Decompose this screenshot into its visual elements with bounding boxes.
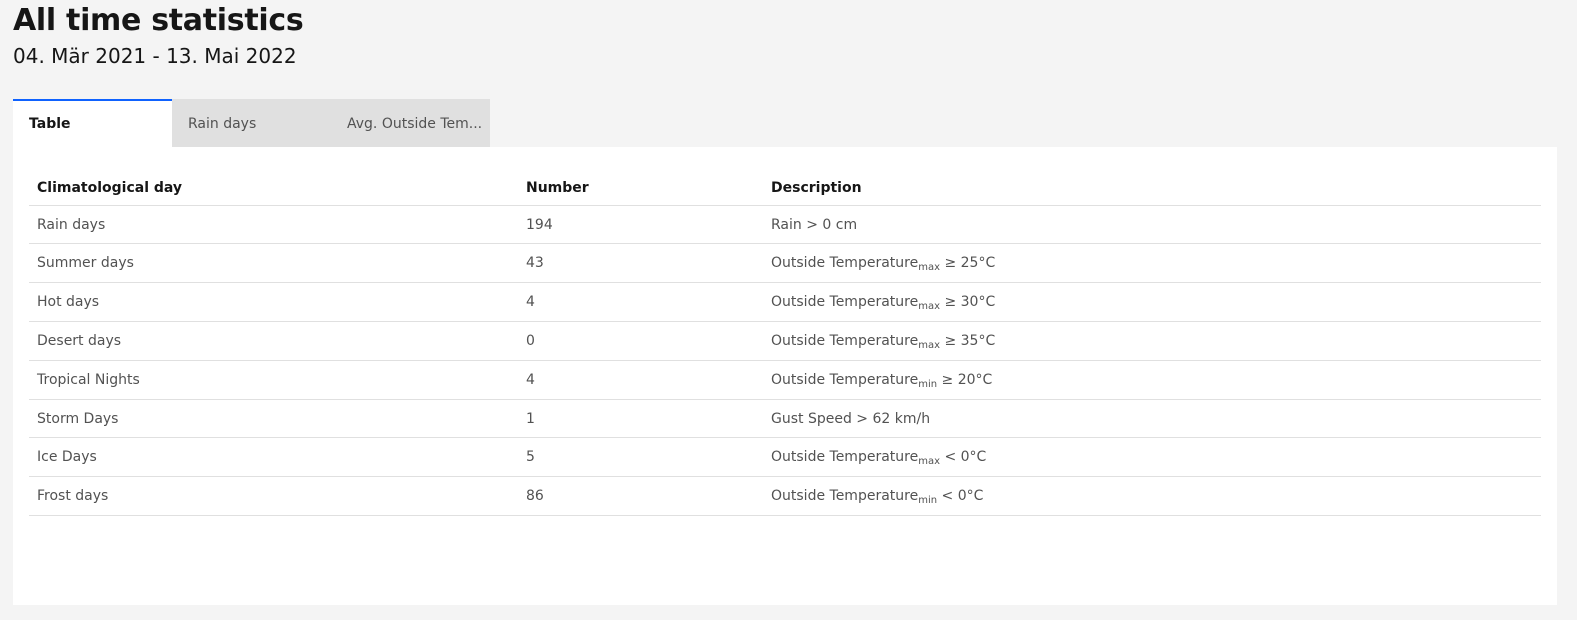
- cell-day: Frost days: [29, 476, 518, 516]
- cell-description: Rain > 0 cm: [763, 205, 1541, 244]
- cell-number: 43: [518, 243, 763, 283]
- description-condition: ≥ 20°C: [937, 372, 993, 388]
- tab-list: Table Rain days Avg. Outside Tem...: [13, 99, 490, 147]
- cell-description: Outside Temperaturemin ≥ 20°C: [763, 360, 1541, 400]
- description-condition: < 0°C: [937, 488, 984, 504]
- tab-avg-outside-temperature[interactable]: Avg. Outside Tem...: [331, 99, 490, 147]
- column-header-description[interactable]: Description: [763, 169, 1541, 206]
- description-text: Outside Temperature: [771, 372, 919, 388]
- cell-description: Outside Temperaturemax ≥ 30°C: [763, 282, 1541, 322]
- cell-number: 1: [518, 399, 763, 438]
- cell-day: Hot days: [29, 282, 518, 322]
- tab-panel: Climatological day Number Description Ra…: [13, 147, 1557, 605]
- column-header-number[interactable]: Number: [518, 169, 763, 206]
- description-condition: ≥ 25°C: [940, 255, 996, 271]
- cell-description: Gust Speed > 62 km/h: [763, 399, 1541, 438]
- description-text: Outside Temperature: [771, 488, 919, 504]
- cell-number: 4: [518, 282, 763, 322]
- description-subscript: min: [918, 495, 938, 506]
- description-text: Rain > 0 cm: [771, 216, 858, 233]
- table-row: Hot days 4 Outside Temperaturemax ≥ 30°C: [29, 282, 1541, 322]
- cell-day: Storm Days: [29, 399, 518, 438]
- description-subscript: max: [918, 456, 940, 467]
- table-row: Ice Days 5 Outside Temperaturemax < 0°C: [29, 437, 1541, 477]
- description-text: Outside Temperature: [771, 333, 919, 349]
- tab-rain-days[interactable]: Rain days: [172, 99, 331, 147]
- table-row: Tropical Nights 4 Outside Temperaturemin…: [29, 360, 1541, 400]
- cell-description: Outside Temperaturemax ≥ 35°C: [763, 321, 1541, 361]
- page-header: All time statistics 04. Mär 2021 - 13. M…: [13, 3, 304, 70]
- description-subscript: max: [918, 301, 940, 312]
- cell-day: Tropical Nights: [29, 360, 518, 400]
- column-header-climatological-day[interactable]: Climatological day: [29, 169, 518, 206]
- table-row: Desert days 0 Outside Temperaturemax ≥ 3…: [29, 321, 1541, 361]
- table-header-row: Climatological day Number Description: [29, 169, 1541, 206]
- cell-day: Rain days: [29, 205, 518, 244]
- cell-number: 194: [518, 205, 763, 244]
- description-condition: ≥ 35°C: [940, 333, 996, 349]
- description-condition: ≥ 30°C: [940, 294, 996, 310]
- table-row: Frost days 86 Outside Temperaturemin < 0…: [29, 476, 1541, 516]
- tab-table[interactable]: Table: [13, 99, 172, 147]
- cell-number: 5: [518, 437, 763, 477]
- description-text: Outside Temperature: [771, 255, 919, 271]
- description-subscript: max: [918, 340, 940, 351]
- cell-description: Outside Temperaturemax < 0°C: [763, 437, 1541, 477]
- date-range: 04. Mär 2021 - 13. Mai 2022: [13, 44, 297, 68]
- cell-day: Ice Days: [29, 437, 518, 477]
- table-row: Storm Days 1 Gust Speed > 62 km/h: [29, 399, 1541, 438]
- description-subscript: min: [918, 379, 938, 390]
- cell-number: 86: [518, 476, 763, 516]
- table-row: Rain days 194 Rain > 0 cm: [29, 205, 1541, 244]
- statistics-table: Climatological day Number Description Ra…: [29, 169, 1541, 516]
- page-title: All time statistics: [13, 3, 304, 38]
- cell-day: Desert days: [29, 321, 518, 361]
- description-text: Outside Temperature: [771, 294, 919, 310]
- cell-description: Outside Temperaturemax ≥ 25°C: [763, 243, 1541, 283]
- description-text: Outside Temperature: [771, 449, 919, 465]
- cell-number: 4: [518, 360, 763, 400]
- description-condition: < 0°C: [940, 449, 987, 465]
- cell-day: Summer days: [29, 243, 518, 283]
- cell-number: 0: [518, 321, 763, 361]
- description-text: Gust Speed > 62 km/h: [771, 410, 931, 427]
- description-subscript: max: [918, 262, 940, 273]
- cell-description: Outside Temperaturemin < 0°C: [763, 476, 1541, 516]
- table-row: Summer days 43 Outside Temperaturemax ≥ …: [29, 243, 1541, 283]
